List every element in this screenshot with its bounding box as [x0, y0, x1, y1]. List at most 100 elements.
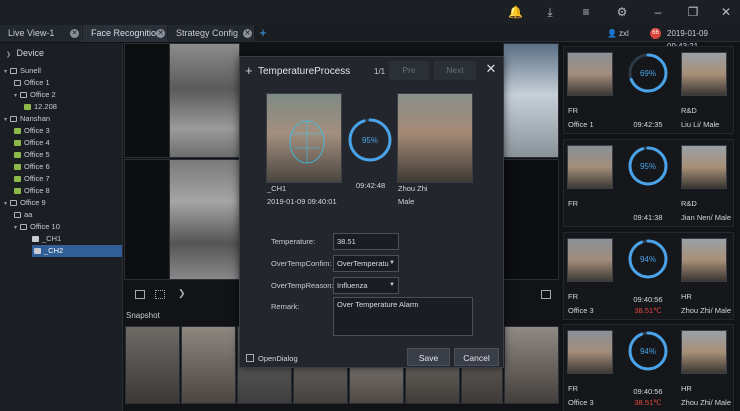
- open-dialog-checkbox[interactable]: [246, 354, 254, 362]
- expand-icon[interactable]: ▾: [4, 201, 7, 207]
- tree-node[interactable]: Office 4: [0, 137, 50, 149]
- tree-node-label: Office 1: [24, 78, 50, 87]
- save-button[interactable]: Save: [407, 348, 450, 366]
- video-cell[interactable]: [503, 159, 559, 280]
- close-icon[interactable]: ✕: [70, 29, 79, 38]
- tree-node[interactable]: 12.208: [0, 101, 57, 113]
- camera-icon: [14, 164, 21, 171]
- similarity-ring: 69%: [628, 53, 668, 93]
- library-photo: [681, 238, 727, 282]
- device-header[interactable]: ❯ Device: [0, 46, 122, 61]
- single-layout-icon[interactable]: [135, 290, 145, 299]
- tree-node[interactable]: Office 3: [0, 125, 50, 137]
- expand-icon[interactable]: ▾: [4, 117, 7, 123]
- page-indicator: 1/1: [374, 67, 386, 76]
- tree-node[interactable]: Office 6: [0, 161, 50, 173]
- match-time: 09:40:56: [633, 295, 663, 304]
- tree-node[interactable]: Office 1: [0, 77, 50, 89]
- similarity-ring: 94%: [628, 239, 668, 279]
- pre-button[interactable]: Pre: [389, 61, 429, 80]
- overtemp-reason-select[interactable]: Influenza ▼: [333, 277, 399, 294]
- snapshot-thumb[interactable]: [504, 326, 559, 404]
- tree-node-label: Office 6: [24, 162, 50, 171]
- bell-icon[interactable]: 🔔: [508, 5, 523, 19]
- close-icon[interactable]: ✕: [156, 29, 165, 38]
- close-icon[interactable]: ✕: [243, 29, 252, 38]
- camera-icon: [14, 140, 21, 147]
- match-card[interactable]: 69% FR Office 1 09:42:35 R&D Liu Li/ Male: [563, 46, 734, 134]
- close-icon[interactable]: ✕: [719, 5, 733, 19]
- user-icon: 👤: [607, 29, 617, 38]
- location-label: Office 1: [568, 120, 594, 129]
- tree-node[interactable]: ▾ Office 10: [0, 221, 60, 233]
- cancel-button[interactable]: Cancel: [454, 348, 499, 366]
- fullscreen-icon[interactable]: [541, 290, 551, 299]
- snapshot-thumb[interactable]: [181, 326, 236, 404]
- department-label: R&D: [681, 106, 697, 115]
- expand-icon[interactable]: ▾: [14, 93, 17, 99]
- group-label: FR: [568, 199, 578, 208]
- tree-node[interactable]: Office 8: [0, 185, 50, 197]
- video-cell[interactable]: [124, 43, 170, 158]
- menu-icon[interactable]: ≡: [579, 5, 593, 19]
- tree-node[interactable]: ▾ Office 9: [0, 197, 46, 209]
- capture-thumbnail: [567, 145, 613, 189]
- video-cell[interactable]: [124, 159, 170, 280]
- department-label: R&D: [681, 199, 697, 208]
- expand-icon[interactable]: ▾: [14, 225, 17, 231]
- expand-icon[interactable]: ▾: [4, 69, 7, 75]
- snapshot-thumb[interactable]: [125, 326, 180, 404]
- plus-icon: +: [245, 63, 253, 78]
- tree-node[interactable]: Office 7: [0, 173, 50, 185]
- add-tab-icon[interactable]: +: [256, 25, 270, 42]
- temperature-label: Temperature:: [271, 237, 316, 246]
- match-card[interactable]: 94% FR Office 3 09:40:56 38.51℃ HR Zhou Zhi/ M…: [563, 232, 734, 320]
- grid-layout-icon[interactable]: [155, 290, 165, 299]
- location-label: Office 3: [568, 306, 594, 315]
- tab-label: Live View-1: [8, 28, 55, 38]
- tree-node[interactable]: ▾ Office 2: [0, 89, 56, 101]
- tree-node[interactable]: _CH1: [0, 233, 61, 245]
- remark-textarea[interactable]: Over Temperature Alarm: [333, 297, 473, 336]
- chevron-down-icon: ▼: [389, 282, 395, 288]
- face-mesh-overlay: [289, 120, 325, 164]
- tree-node-label: Office 8: [24, 186, 50, 195]
- capture-thumbnail: [567, 52, 613, 96]
- gear-icon[interactable]: ⚙: [615, 5, 629, 19]
- temperature-input[interactable]: 38.51: [333, 233, 399, 250]
- video-cell[interactable]: [169, 43, 240, 158]
- tree-node[interactable]: aa: [0, 209, 32, 221]
- overtemp-confirm-select[interactable]: OverTemperatu ▼: [333, 255, 399, 272]
- tab-strategy-config[interactable]: Strategy Config ✕: [168, 25, 254, 42]
- tree-node[interactable]: ▾ Sunell: [0, 65, 41, 77]
- tree-node[interactable]: Office 5: [0, 149, 50, 161]
- tree-node[interactable]: _CH2: [32, 245, 122, 257]
- overtemp-confirm-value: OverTemperatu: [337, 259, 389, 268]
- tab-live-view[interactable]: Live View-1 ✕: [0, 25, 82, 42]
- group-label: FR: [568, 384, 578, 393]
- library-photo: [681, 330, 727, 374]
- department-label: HR: [681, 384, 692, 393]
- temperature-alert: 38.51℃: [634, 398, 662, 407]
- notification-badge[interactable]: 66: [650, 28, 661, 39]
- match-gender: Male: [398, 197, 415, 206]
- match-photo: [397, 93, 473, 183]
- match-card[interactable]: 94% FR Office 3 09:40:56 38.51℃ HR Zhou Zhi/ M…: [563, 324, 734, 411]
- next-button[interactable]: Next: [434, 61, 476, 80]
- close-icon[interactable]: ✕: [483, 61, 499, 77]
- tree-node[interactable]: ▾ Nanshan: [0, 113, 50, 125]
- camera-icon: [24, 104, 31, 111]
- download-icon[interactable]: ⤓: [543, 5, 557, 19]
- organization-icon: [10, 200, 18, 207]
- device-title: Device: [16, 48, 45, 58]
- video-cell[interactable]: [169, 159, 240, 280]
- person-label: Liu Li/ Male: [681, 120, 720, 129]
- tree-node-label: Office 5: [24, 150, 50, 159]
- video-cell[interactable]: [503, 43, 559, 158]
- minimize-icon[interactable]: –: [651, 5, 665, 19]
- restore-icon[interactable]: ❐: [686, 5, 700, 19]
- match-card[interactable]: 95% FR 09:41:38 R&D Jian Nen/ Male: [563, 139, 734, 227]
- tree-node-label: Office 10: [30, 222, 60, 231]
- chevron-right-icon[interactable]: ❯: [178, 288, 186, 299]
- tab-face-recognition[interactable]: Face Recognition ✕: [83, 25, 167, 42]
